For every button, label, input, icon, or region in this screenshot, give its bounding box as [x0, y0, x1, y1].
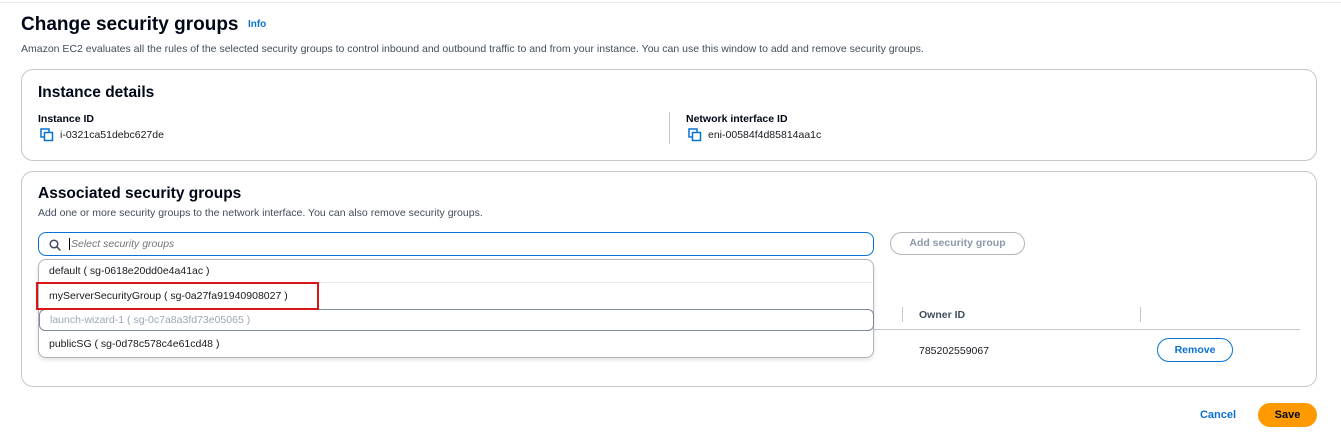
dropdown-option-default[interactable]: default ( sg-0618e20dd0e4a41ac ) [39, 260, 873, 283]
info-link[interactable]: Info [248, 19, 266, 30]
add-security-group-button[interactable]: Add security group [890, 232, 1025, 255]
dropdown-option-myserversecuritygroup[interactable]: myServerSecurityGroup ( sg-0a27fa9194090… [39, 285, 873, 308]
instance-id-value: i-0321ca51debc627de [60, 129, 164, 141]
security-group-search-input[interactable] [71, 238, 771, 250]
save-button[interactable]: Save [1258, 403, 1317, 427]
page-header: Change security groups Info [21, 14, 266, 36]
table-header: Owner ID [902, 307, 1300, 331]
network-interface-label: Network interface ID [686, 113, 788, 125]
column-separator [1140, 307, 1141, 322]
top-divider [0, 2, 1341, 3]
instance-details-card: Instance details Instance ID i-0321ca51d… [21, 69, 1317, 161]
copy-icon[interactable] [40, 128, 54, 142]
owner-id-value: 785202559067 [919, 345, 990, 357]
instance-id-field: Instance ID i-0321ca51debc627de [38, 113, 164, 142]
text-cursor [69, 238, 70, 250]
security-groups-title: Associated security groups [38, 185, 242, 202]
instance-id-label: Instance ID [38, 113, 95, 125]
owner-id-header: Owner ID [919, 309, 966, 321]
security-group-search[interactable] [38, 232, 874, 256]
cancel-button[interactable]: Cancel [1190, 404, 1246, 426]
page-title: Change security groups [21, 14, 239, 35]
dropdown-option-publicsg[interactable]: publicSG ( sg-0d78c578c4e61cd48 ) [39, 333, 873, 356]
column-divider [669, 112, 670, 144]
dropdown-option-launch-wizard-1[interactable]: launch-wizard-1 ( sg-0c7a8a3fd73e05065 ) [39, 309, 874, 331]
security-groups-description: Add one or more security groups to the n… [38, 207, 483, 219]
copy-icon[interactable] [688, 128, 702, 142]
page-description: Amazon EC2 evaluates all the rules of th… [21, 43, 924, 55]
column-separator [902, 307, 903, 322]
remove-button[interactable]: Remove [1157, 338, 1233, 362]
network-interface-field: Network interface ID eni-00584f4d85814aa… [686, 113, 821, 142]
instance-details-title: Instance details [38, 84, 155, 101]
network-interface-value: eni-00584f4d85814aa1c [708, 129, 822, 141]
security-group-dropdown: default ( sg-0618e20dd0e4a41ac ) myServe… [38, 259, 874, 358]
search-icon [49, 238, 61, 251]
